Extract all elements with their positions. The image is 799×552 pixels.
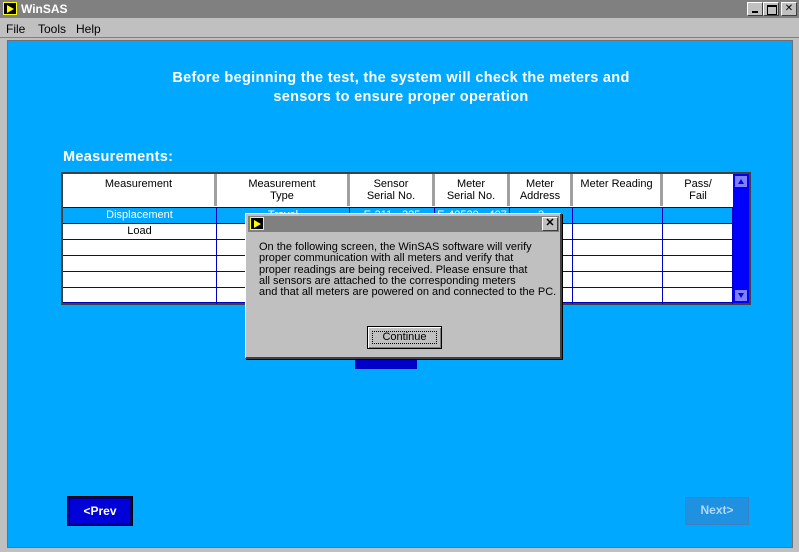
header-line: Serial No. (446, 190, 496, 202)
window-title: WinSAS (21, 2, 68, 16)
app-window: WinSAS ✕ File Tools Help Before beginnin… (0, 0, 799, 552)
table-cell (63, 256, 217, 272)
menu-help[interactable]: Help (76, 22, 101, 36)
app-logo-icon (3, 2, 17, 15)
header-line: Type (270, 190, 294, 202)
menu-file[interactable]: File (6, 22, 25, 36)
header-line: Serial No. (366, 190, 416, 202)
dialog-message: On the following screen, the WinSAS soft… (259, 241, 559, 299)
dialog-close-icon[interactable]: ✕ (542, 217, 558, 231)
scroll-up-icon[interactable] (735, 176, 747, 187)
table-cell (573, 256, 663, 272)
minimize-icon[interactable] (747, 2, 763, 16)
header-line: Measurement (104, 178, 173, 190)
table-cell (573, 224, 663, 240)
table-cell (573, 272, 663, 288)
focus-ring (372, 331, 437, 344)
col-header-measurement: Measurement (63, 174, 217, 206)
maximize-icon[interactable] (763, 2, 779, 16)
col-header-pass-fail: Pass/ Fail (663, 174, 733, 206)
dialog-message-line: and that all meters are powered on and c… (259, 286, 557, 299)
table-cell (63, 240, 217, 256)
table-cell (573, 240, 663, 256)
menu-bar: File Tools Help (0, 18, 799, 38)
table-cell (663, 240, 733, 256)
header-line: Sensor (373, 178, 409, 190)
col-header-measurement-type: Measurement Type (217, 174, 350, 206)
measurements-label: Measurements: (63, 149, 174, 165)
continue-button[interactable]: Continue (367, 326, 442, 349)
app-logo-icon (250, 217, 264, 230)
title-bar[interactable]: WinSAS ✕ (0, 0, 799, 18)
col-header-meter-serial: Meter Serial No. (435, 174, 510, 206)
next-button[interactable]: Next> (685, 497, 749, 525)
menu-tools[interactable]: Tools (38, 22, 66, 36)
scroll-down-icon[interactable] (735, 290, 747, 301)
table-cell: Load (63, 224, 217, 240)
heading-line-2: sensors to ensure proper operation (273, 89, 529, 105)
prev-button[interactable]: <Prev (67, 496, 133, 526)
page-heading: Before beginning the test, the system wi… (8, 69, 794, 107)
col-header-meter-address: Meter Address (510, 174, 573, 206)
table-cell (663, 224, 733, 240)
header-line: Fail (689, 190, 707, 202)
col-header-sensor-serial: Sensor Serial No. (350, 174, 435, 206)
table-cell (663, 208, 733, 224)
table-cell (663, 288, 733, 304)
heading-line-1: Before beginning the test, the system wi… (172, 70, 630, 86)
table-cell (573, 208, 663, 224)
dialog-title-bar[interactable]: ✕ (248, 216, 559, 232)
table-cell (663, 272, 733, 288)
table-scrollbar[interactable] (733, 174, 749, 303)
header-line: Meter (525, 178, 555, 190)
info-dialog: ✕ On the following screen, the WinSAS so… (245, 213, 562, 359)
table-cell (573, 288, 663, 304)
header-line: Address (519, 190, 561, 202)
dialog-message-line: proper communication with all meters and… (259, 252, 514, 265)
header-line: Measurement (248, 178, 316, 190)
table-cell: Displacement (63, 208, 217, 224)
close-icon[interactable]: ✕ (781, 2, 797, 16)
header-line: Meter (456, 178, 486, 190)
header-line: Pass/ (684, 178, 712, 190)
header-line: Meter Reading (580, 178, 653, 190)
table-cell (63, 288, 217, 304)
col-header-meter-reading: Meter Reading (573, 174, 663, 206)
table-cell (663, 256, 733, 272)
table-cell (63, 272, 217, 288)
